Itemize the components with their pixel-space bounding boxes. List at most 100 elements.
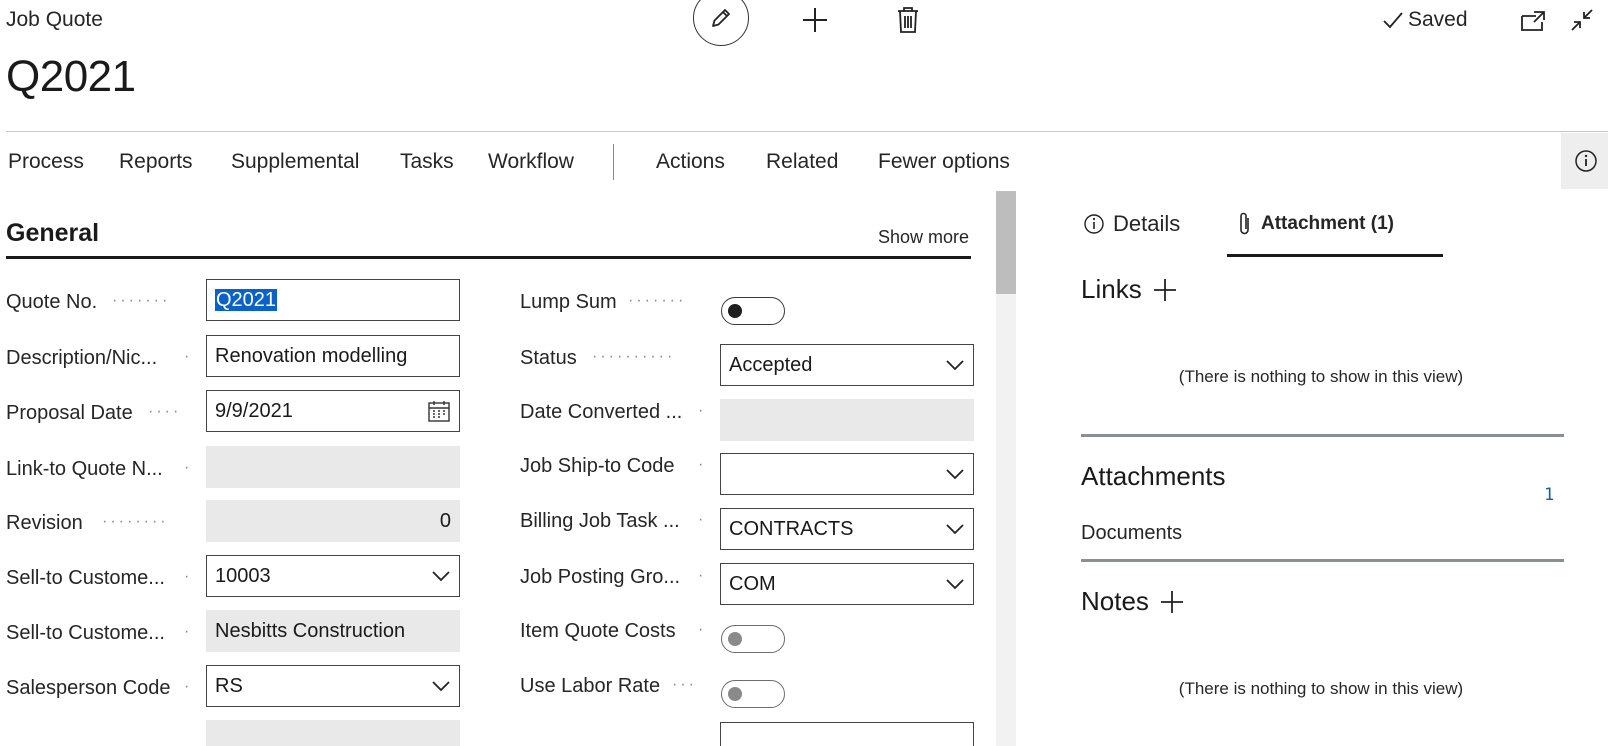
action-workflow[interactable]: Workflow: [488, 150, 574, 174]
notes-title: Notes: [1081, 586, 1149, 616]
factbox-pane: Details Attachment (1) Links (There is n…: [1040, 191, 1608, 746]
action-actions[interactable]: Actions: [656, 150, 725, 174]
leader-dots: ·: [698, 621, 707, 638]
section-divider: [6, 256, 971, 259]
info-icon: [1574, 150, 1597, 172]
pencil-icon: [712, 9, 730, 27]
chevron-down-icon[interactable]: [945, 468, 965, 480]
action-supplemental[interactable]: Supplemental: [231, 150, 359, 174]
factbox-divider: [1081, 559, 1564, 562]
new-button[interactable]: [800, 5, 830, 35]
sell-to-customer-no-value: 10003: [215, 564, 271, 587]
chevron-down-icon[interactable]: [431, 570, 451, 582]
tab-details-label: Details: [1113, 211, 1181, 236]
quote-no-input[interactable]: Q2021: [206, 279, 460, 321]
action-fewer-options[interactable]: Fewer options: [878, 150, 1010, 174]
saved-status: Saved: [1382, 8, 1468, 32]
quote-no-value: Q2021: [215, 288, 278, 311]
open-new-window-button[interactable]: [1520, 8, 1548, 34]
active-tab-indicator: [1227, 254, 1443, 257]
action-separator: [613, 144, 614, 180]
attachments-title: Attachments: [1081, 461, 1226, 491]
leader-dots: ·: [184, 459, 193, 476]
links-title: Links: [1081, 274, 1142, 304]
sell-to-customer-name-input: Nesbitts Construction: [206, 610, 460, 652]
leader-dots: ·: [698, 567, 707, 584]
leader-dots: ····: [148, 403, 182, 420]
trash-icon: [898, 7, 918, 33]
date-converted-input: [720, 399, 974, 441]
job-ship-to-code-input[interactable]: [720, 453, 974, 495]
toggle-knob: [728, 632, 742, 646]
lump-sum-toggle[interactable]: [721, 297, 785, 325]
field-label-link-to-quote: Link-to Quote N...: [6, 458, 163, 480]
popout-icon: [1521, 11, 1545, 31]
action-tasks[interactable]: Tasks: [400, 150, 454, 174]
use-labor-rate-toggle[interactable]: [721, 680, 785, 708]
job-posting-group-value: COM: [729, 572, 776, 595]
leader-dots: ·: [184, 348, 193, 365]
tab-details[interactable]: Details: [1083, 211, 1180, 237]
toggle-knob: [728, 304, 742, 318]
page-title: Q2021: [6, 52, 136, 101]
next-right-field-input[interactable]: [720, 722, 974, 746]
edit-button[interactable]: [693, 0, 749, 46]
next-field-input: [206, 720, 460, 746]
section-title[interactable]: General: [6, 219, 99, 248]
tab-attachment-label: Attachment (1): [1261, 213, 1395, 234]
field-label-item-quote-costs: Item Quote Costs: [520, 620, 676, 642]
leader-dots: ··········: [592, 348, 676, 365]
toggle-knob: [728, 687, 742, 701]
links-empty-message: (There is nothing to show in this view): [1178, 367, 1464, 386]
links-header: Links: [1081, 274, 1178, 305]
status-select[interactable]: Accepted: [720, 344, 974, 386]
field-label-sell-to-customer-name: Sell-to Custome...: [6, 622, 165, 644]
paperclip-icon: [1240, 212, 1249, 235]
sell-to-customer-no-input[interactable]: 10003: [206, 555, 460, 597]
leader-dots: ·······: [112, 292, 171, 309]
action-reports[interactable]: Reports: [119, 150, 193, 174]
factbox-toggle-button[interactable]: [1561, 133, 1608, 189]
field-label-revision: Revision: [6, 512, 83, 534]
salesperson-code-value: RS: [215, 674, 243, 697]
attachments-count[interactable]: 1: [1544, 485, 1554, 505]
field-label-job-ship-to-code: Job Ship-to Code: [520, 455, 675, 477]
chevron-down-icon[interactable]: [431, 680, 451, 692]
billing-job-task-input[interactable]: CONTRACTS: [720, 508, 974, 550]
leader-dots: ···: [672, 676, 697, 693]
leader-dots: ·: [184, 623, 193, 640]
plus-icon[interactable]: [1159, 589, 1185, 615]
proposal-date-value: 9/9/2021: [215, 399, 293, 422]
page-caption: Job Quote: [6, 8, 103, 31]
field-label-sell-to-customer-no: Sell-to Custome...: [6, 567, 165, 589]
scrollbar-thumb[interactable]: [996, 191, 1016, 294]
calendar-icon[interactable]: [427, 399, 451, 423]
link-to-quote-input: [206, 446, 460, 488]
chevron-down-icon[interactable]: [945, 523, 965, 535]
revision-input: 0: [206, 500, 460, 542]
proposal-date-input[interactable]: 9/9/2021: [206, 390, 460, 432]
salesperson-code-input[interactable]: RS: [206, 665, 460, 707]
info-icon: [1084, 214, 1104, 234]
chevron-down-icon: [946, 360, 964, 371]
field-label-use-labor-rate: Use Labor Rate: [520, 675, 661, 697]
chevron-down-icon[interactable]: [945, 578, 965, 590]
action-related[interactable]: Related: [766, 150, 838, 174]
action-process[interactable]: Process: [8, 150, 84, 174]
leader-dots: ·: [698, 402, 707, 419]
plus-icon[interactable]: [1152, 277, 1178, 303]
field-label-proposal-date: Proposal Date: [6, 402, 133, 424]
checkmark-icon: [1383, 12, 1403, 29]
item-quote-costs-toggle[interactable]: [721, 625, 785, 653]
job-posting-group-input[interactable]: COM: [720, 563, 974, 605]
saved-label: Saved: [1408, 8, 1468, 31]
collapse-icon: [1571, 9, 1593, 31]
delete-button[interactable]: [895, 5, 921, 35]
field-label-quote-no: Quote No.: [6, 291, 98, 313]
collapse-button[interactable]: [1568, 6, 1596, 34]
tab-attachment[interactable]: Attachment (1): [1237, 211, 1394, 237]
description-input[interactable]: Renovation modelling: [206, 335, 460, 377]
leader-dots: ·······: [628, 292, 687, 309]
leader-dots: ·: [184, 678, 193, 695]
show-more-link[interactable]: Show more: [878, 227, 969, 248]
